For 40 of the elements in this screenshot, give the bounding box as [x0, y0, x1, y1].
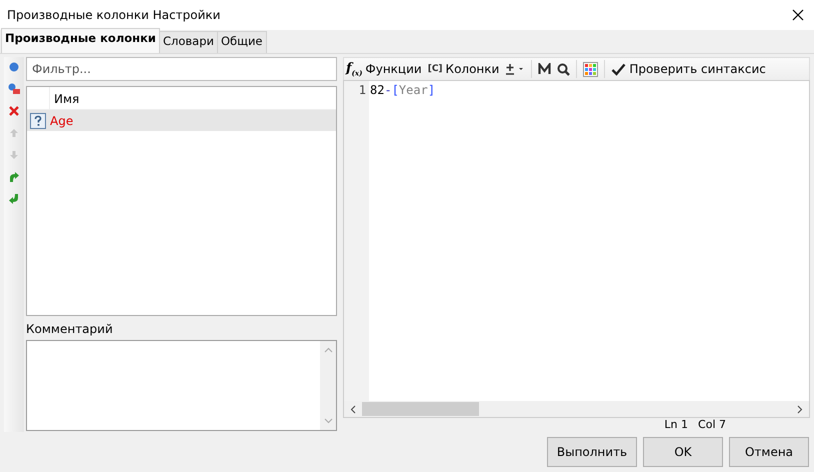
- comment-field[interactable]: [26, 340, 337, 431]
- line-number: 1: [358, 82, 366, 99]
- columns-icon: [C]: [428, 64, 443, 74]
- operators-dropdown[interactable]: [505, 63, 526, 75]
- tab[interactable]: Словари: [158, 31, 218, 53]
- horizontal-scrollbar[interactable]: [343, 401, 810, 418]
- tab[interactable]: Производные колонки: [1, 28, 160, 53]
- add-icon[interactable]: [9, 62, 19, 72]
- columns-button[interactable]: [C] Колонки: [428, 62, 500, 76]
- dialog-button[interactable]: Отмена: [729, 437, 809, 467]
- dialog-button[interactable]: OK: [643, 437, 723, 467]
- functions-button[interactable]: f$_{(x)}$ Функции: [346, 60, 422, 78]
- zoom-icon[interactable]: [557, 62, 570, 76]
- scroll-right-icon[interactable]: [797, 404, 803, 414]
- code-editor[interactable]: 1 82-[Year]: [343, 80, 810, 401]
- close-icon[interactable]: [792, 9, 804, 21]
- vertical-scrollbar[interactable]: [320, 341, 336, 430]
- scroll-up-icon[interactable]: [324, 347, 332, 353]
- check-syntax-button[interactable]: Проверить синтаксис: [611, 62, 766, 76]
- dialog-button[interactable]: Выполнить: [547, 437, 637, 467]
- line-indicator: Ln 1: [664, 418, 688, 432]
- column-indicator: Col 7: [698, 418, 726, 432]
- function-icon: f$_{(x)}$: [346, 60, 362, 78]
- comment-label: Комментарий: [26, 322, 114, 338]
- code-line: 82-[Year]: [370, 82, 436, 99]
- letter-m-icon[interactable]: [538, 63, 552, 75]
- check-icon: [611, 62, 626, 76]
- scroll-down-icon[interactable]: [324, 418, 332, 424]
- curved-arrow-icon[interactable]: [8, 193, 20, 205]
- filter-field[interactable]: Фильтр...: [26, 57, 337, 81]
- delete-icon[interactable]: [9, 106, 19, 116]
- curved-arrow-icon[interactable]: [8, 171, 20, 183]
- color-grid-icon[interactable]: [583, 62, 598, 76]
- column-name: Age: [50, 114, 74, 128]
- tab[interactable]: Общие: [216, 31, 266, 53]
- column-header[interactable]: Имя: [49, 87, 336, 109]
- list-row[interactable]: Age: [27, 110, 336, 131]
- window-title: Производные колонки Настройки: [7, 8, 220, 22]
- add-multiple-icon[interactable]: [8, 83, 20, 95]
- scroll-left-icon[interactable]: [350, 404, 356, 414]
